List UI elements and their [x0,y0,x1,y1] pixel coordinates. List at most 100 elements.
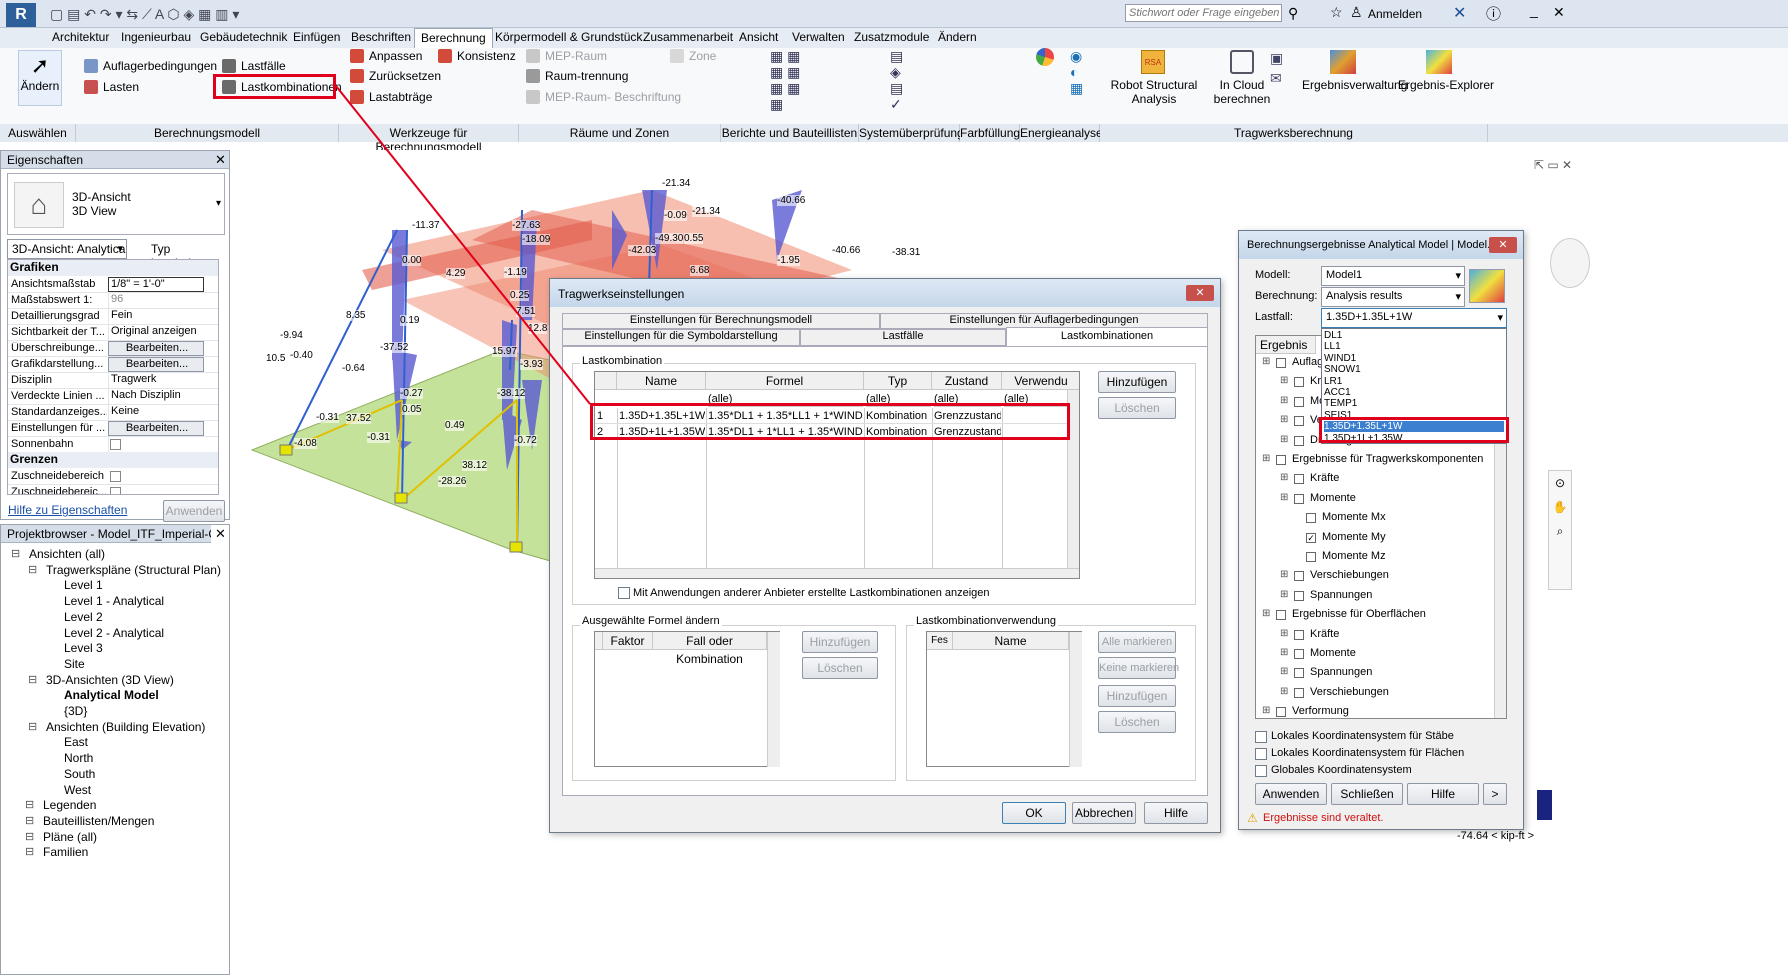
browser-item[interactable]: Ansichten (Building Elevation) [46,720,205,734]
search-input[interactable] [1125,4,1282,22]
nav-bar[interactable]: ⊙ ✋ ⌕ [1548,470,1572,590]
cloud-button[interactable]: In Cloud berechnen [1212,78,1272,106]
support-conditions-button[interactable]: Auflagerbedingungen [103,59,217,73]
binoculars-icon[interactable]: ⚲ [1288,5,1298,22]
ok-button[interactable]: OK [1002,802,1066,824]
tab-einfuegen[interactable]: Einfügen [293,30,340,44]
tree-checkbox[interactable] [1306,552,1316,562]
results-close-button[interactable]: ✕ [1489,237,1517,253]
reset-button[interactable]: Zurücksetzen [369,69,441,83]
tree-checkbox[interactable] [1294,396,1304,407]
expand-icon[interactable]: ⊞ [1280,375,1288,386]
energy-icons[interactable]: ◉ ◐ ▦ [1070,48,1090,106]
usage-col-name[interactable]: Name [953,632,1069,650]
tab-symbol-settings[interactable]: Einstellungen für die Symboldarstellung [562,329,800,346]
expand-icon[interactable]: ⊞ [1262,608,1270,619]
property-value[interactable]: Bearbeiten... [108,421,204,436]
results-apply-button[interactable]: Anwenden [1255,783,1327,805]
browser-item[interactable]: West [64,783,91,797]
browser-item[interactable]: North [64,751,93,765]
col-type[interactable]: Typ [864,372,932,390]
tab-analytical-settings[interactable]: Einstellungen für Berechnungsmodell [562,313,880,329]
expand-icon[interactable]: ⊞ [1280,472,1288,483]
tree-checkbox[interactable] [1306,513,1316,524]
case-option[interactable]: TEMP1 [1324,398,1504,409]
expand-icon[interactable]: ⊟ [28,720,37,733]
case-option[interactable]: WIND1 [1324,353,1504,364]
sunpath-checkbox[interactable] [110,439,121,450]
tab-ansicht[interactable]: Ansicht [739,30,778,44]
expand-icon[interactable]: ⊞ [1262,705,1270,716]
expand-icon[interactable]: ⊞ [1280,569,1288,580]
case-option[interactable]: ACC1 [1324,387,1504,398]
expand-icon[interactable]: ⊟ [28,673,37,686]
property-value[interactable]: 1/8" = 1'-0" [108,277,204,292]
adjust-button[interactable]: Anpassen [369,49,422,63]
browser-item[interactable]: {3D} [64,704,87,718]
usage-delete-button[interactable]: Löschen [1098,711,1176,733]
signin-button[interactable]: Anmelden [1368,7,1422,21]
minimize-icon[interactable]: _ [1530,2,1538,18]
section-bounds[interactable]: Grenzen [8,452,218,468]
tree-checkbox[interactable] [1294,668,1304,679]
tree-checkbox[interactable] [1276,610,1286,621]
mep-space-button[interactable]: MEP-Raum [545,49,607,63]
results-help-button[interactable]: Hilfe [1407,783,1479,805]
color-fill-icon[interactable] [1036,48,1054,66]
tree-checkbox[interactable] [1294,416,1304,427]
show-thirdparty-checkbox[interactable] [618,587,630,599]
group-color-fill[interactable]: Farbfüllung [960,124,1020,142]
case-option[interactable]: SNOW1 [1324,364,1504,375]
property-value[interactable]: Bearbeiten... [108,341,204,356]
tree-checkbox[interactable] [1294,687,1304,698]
browser-item[interactable]: Ansichten (all) [29,547,105,561]
formula-vscroll[interactable] [767,632,780,767]
expand-icon[interactable]: ⊞ [1280,492,1288,503]
tab-gebaeudetechnik[interactable]: Gebäudetechnik [200,30,287,44]
tab-load-cases[interactable]: Lastfälle [800,329,1006,346]
tree-checkbox[interactable] [1294,629,1304,640]
opt-local-surfaces[interactable] [1255,748,1267,760]
col-state[interactable]: Zustand [932,372,1002,390]
group-reports[interactable]: Berichte und Bauteillisten [721,124,859,142]
opt-local-members[interactable] [1255,731,1267,743]
exchange-icon[interactable]: ✕ [1453,3,1466,23]
tree-checkbox[interactable] [1276,707,1286,718]
expand-icon[interactable]: ⊞ [1280,434,1288,445]
col-formula[interactable]: Formel [706,372,864,390]
tab-verwalten[interactable]: Verwalten [792,30,845,44]
modify-button[interactable]: ➚ Ändern [18,50,62,106]
formula-col-factor[interactable]: Faktor [603,632,653,650]
results-close-btn[interactable]: Schließen [1331,783,1403,805]
user-icon[interactable]: ♙ [1350,4,1363,21]
browser-item[interactable]: South [64,767,95,781]
mep-space-tag-button[interactable]: MEP-Raum- Beschriftung [545,90,681,104]
zone-button[interactable]: Zone [689,49,716,63]
reports-icons[interactable]: ▦ ▦ ▦ ▦ ▦ ▦ ▦ [770,48,814,112]
tree-checkbox[interactable] [1294,377,1304,388]
group-structural-analysis[interactable]: Tragwerksberechnung [1100,124,1488,142]
tab-zusatzmodule[interactable]: Zusatzmodule [854,30,929,44]
usage-vscroll[interactable] [1069,632,1082,767]
expand-icon[interactable]: ⊟ [25,830,34,843]
browser-item[interactable]: Site [64,657,85,671]
tab-beschriften[interactable]: Beschriften [351,30,411,44]
expand-icon[interactable]: ⊞ [1280,589,1288,600]
add-combination-button[interactable]: Hinzufügen [1098,371,1176,393]
case-select[interactable]: 1.35D+1.35L+1W [1321,308,1507,328]
tab-load-combinations[interactable]: Lastkombinationen [1006,327,1208,347]
type-preview[interactable]: ⌂ 3D-Ansicht 3D View ▾ [7,173,225,235]
formula-delete-button[interactable]: Löschen [802,657,878,679]
group-select[interactable]: Auswählen [0,124,76,142]
expand-icon[interactable]: ⊞ [1280,686,1288,697]
bounds-checkbox[interactable] [110,471,121,482]
notification-icons[interactable]: ▣ ✉ [1270,48,1290,88]
consistency-button[interactable]: Konsistenz [457,49,516,63]
usage-col-fix[interactable]: Fes [927,632,953,650]
tab-berechnung[interactable]: Berechnung [414,28,493,49]
space-separator-button[interactable]: Raum-trennung [545,69,628,83]
browser-item[interactable]: Level 1 [64,578,103,592]
expand-icon[interactable]: ⊟ [28,563,37,576]
tree-checkbox[interactable] [1294,474,1304,485]
opt-global[interactable] [1255,765,1267,777]
